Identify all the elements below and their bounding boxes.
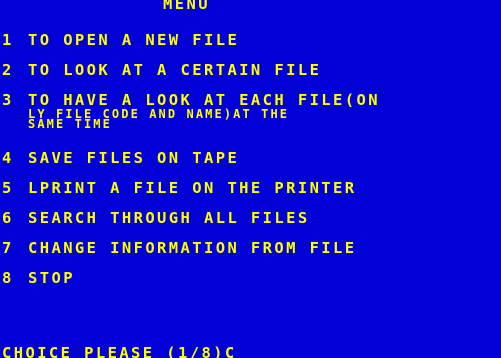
menu-item-number: 3 [2, 91, 12, 109]
menu-item-7[interactable]: 7 CHANGE INFORMATION FROM FILE [2, 239, 357, 257]
menu-item-number: 4 [2, 149, 12, 167]
choice-prompt-label: CHOICE PLEASE (1/8) [2, 344, 225, 358]
menu-item-number: 6 [2, 209, 12, 227]
menu-item-number: 1 [2, 31, 12, 49]
menu-item-label: SEARCH THROUGH ALL FILES [28, 209, 310, 227]
menu-item-number: 5 [2, 179, 12, 197]
menu-item-number: 8 [2, 269, 12, 287]
menu-item-2[interactable]: 2 TO LOOK AT A CERTAIN FILE [2, 61, 322, 79]
menu-item-number: 7 [2, 239, 12, 257]
menu-item-1[interactable]: 1 TO OPEN A NEW FILE [2, 31, 240, 49]
menu-item-8[interactable]: 8 STOP [2, 269, 75, 287]
menu-item-6[interactable]: 6 SEARCH THROUGH ALL FILES [2, 209, 310, 227]
menu-item-label: TO LOOK AT A CERTAIN FILE [28, 61, 322, 79]
menu-item-3-line3: SAME TIME [28, 117, 112, 131]
menu-item-label: LPRINT A FILE ON THE PRINTER [28, 179, 357, 197]
choice-prompt[interactable]: CHOICE PLEASE (1/8)C [2, 344, 234, 358]
menu-item-label: STOP [28, 269, 75, 287]
menu-item-label: TO OPEN A NEW FILE [28, 31, 240, 49]
menu-item-4[interactable]: 4 SAVE FILES ON TAPE [2, 149, 240, 167]
input-cursor[interactable]: C [225, 344, 234, 358]
menu-title: MENU [163, 0, 210, 13]
menu-item-label: SAVE FILES ON TAPE [28, 149, 240, 167]
terminal-screen: MENU 1 TO OPEN A NEW FILE 2 TO LOOK AT A C… [0, 0, 501, 358]
menu-item-3[interactable]: 3 TO HAVE A LOOK AT EACH FILE(ON [2, 91, 380, 109]
menu-item-5[interactable]: 5 LPRINT A FILE ON THE PRINTER [2, 179, 357, 197]
menu-item-label: CHANGE INFORMATION FROM FILE [28, 239, 357, 257]
menu-item-number: 2 [2, 61, 12, 79]
